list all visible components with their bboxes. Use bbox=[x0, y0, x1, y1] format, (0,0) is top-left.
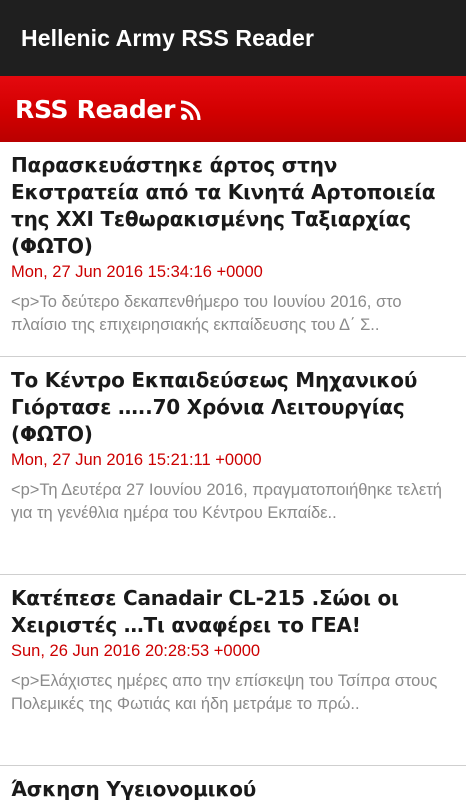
feed-item-title: Το Κέντρο Εκπαιδεύσεως Μηχανικού Γιόρτασ… bbox=[11, 368, 418, 446]
app-title: Hellenic Army RSS Reader bbox=[21, 24, 314, 51]
rss-banner: RSS Reader bbox=[0, 76, 466, 142]
feed-item-title: Κατέπεσε Canadair CL-215 .Σώοι οι Χειρισ… bbox=[11, 586, 399, 637]
feed-item-description: <p>Ελάχιστες ημέρες απο την επίσκεψη του… bbox=[11, 672, 438, 713]
feed-list[interactable]: Παρασκευάστηκε άρτος στην Εκστρατεία από… bbox=[0, 142, 466, 800]
rss-icon bbox=[180, 99, 202, 121]
feed-item[interactable]: Το Κέντρο Εκπαιδεύσεως Μηχανικού Γιόρτασ… bbox=[0, 357, 466, 575]
feed-item-date: Mon, 27 Jun 2016 15:34:16 +0000 bbox=[11, 263, 263, 281]
feed-item-description: <p>Τη Δευτέρα 27 Ιουνίου 2016, πραγματοπ… bbox=[11, 481, 442, 522]
banner-label: RSS Reader bbox=[15, 94, 176, 124]
feed-item-date: Sun, 26 Jun 2016 20:28:53 +0000 bbox=[11, 642, 261, 660]
feed-item-date: Mon, 27 Jun 2016 15:21:11 +0000 bbox=[11, 451, 262, 469]
feed-item[interactable]: Άσκηση Υγειονομικού bbox=[0, 766, 466, 800]
feed-item[interactable]: Κατέπεσε Canadair CL-215 .Σώοι οι Χειρισ… bbox=[0, 575, 466, 766]
feed-item-description: <p>Το δεύτερο δεκαπενθήμερο του Ιουνίου … bbox=[11, 293, 402, 334]
feed-item[interactable]: Παρασκευάστηκε άρτος στην Εκστρατεία από… bbox=[0, 142, 466, 357]
feed-item-title: Παρασκευάστηκε άρτος στην Εκστρατεία από… bbox=[11, 153, 436, 258]
app-bar: Hellenic Army RSS Reader bbox=[0, 0, 466, 76]
feed-item-title: Άσκηση Υγειονομικού bbox=[11, 777, 257, 800]
